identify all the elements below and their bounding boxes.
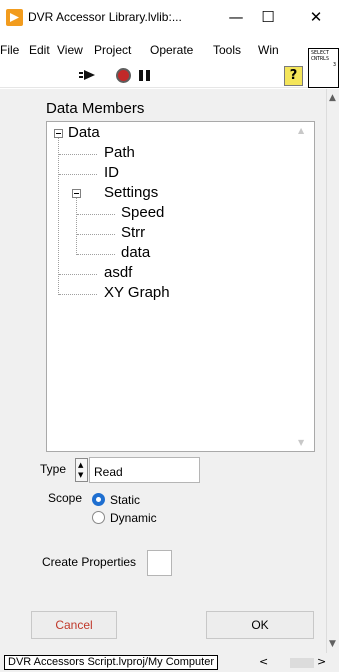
tree-item-speed[interactable]: Speed <box>121 204 164 221</box>
labview-app-icon <box>6 9 23 26</box>
create-properties-label: Create Properties <box>42 555 137 569</box>
tree-guide-line <box>59 294 97 295</box>
collapse-icon[interactable] <box>54 129 63 138</box>
menu-tools[interactable]: Tools <box>213 43 241 57</box>
tree-guide-line <box>77 254 115 255</box>
type-increment-decrement[interactable]: ▲ ▼ <box>75 458 88 482</box>
data-members-tree[interactable] <box>46 121 315 452</box>
tree-guide-line <box>59 174 97 175</box>
tree-item-strr[interactable]: Strr <box>121 224 145 241</box>
collapse-icon[interactable] <box>72 189 81 198</box>
tree-scroll-up-icon[interactable]: ▲ <box>298 126 304 135</box>
cancel-button[interactable]: Cancel <box>31 611 117 639</box>
abort-icon[interactable] <box>116 68 131 83</box>
pause-icon[interactable] <box>139 70 150 81</box>
menu-file[interactable]: File <box>0 43 19 57</box>
tree-item-id[interactable]: ID <box>104 164 119 181</box>
increment-arrow-icon[interactable]: ▲ <box>78 462 83 469</box>
panel-vertical-scrollbar[interactable]: ▲ ▼ <box>326 89 339 653</box>
tree-item-data[interactable]: Data <box>68 124 100 141</box>
scope-dynamic-label: Dynamic <box>110 511 157 525</box>
connector-pane-line: 3 <box>332 62 336 68</box>
scope-dynamic-radio[interactable] <box>92 511 105 524</box>
tree-guide-line <box>59 274 97 275</box>
menu-operate[interactable]: Operate <box>150 43 193 57</box>
project-path-label: DVR Accessors Script.lvproj/My Computer <box>4 655 218 670</box>
data-members-label: Data Members <box>46 100 145 117</box>
ok-button[interactable]: OK <box>206 611 314 639</box>
tree-item-data-child[interactable]: data <box>121 244 150 261</box>
type-value-field[interactable]: Read <box>89 457 200 483</box>
tree-guide-line <box>77 234 115 235</box>
tree-guide-line <box>77 214 115 215</box>
tree-guide-line <box>58 138 59 295</box>
horizontal-scroll-thumb[interactable] <box>290 658 314 668</box>
close-button[interactable]: ✕ <box>296 4 336 30</box>
scope-label: Scope <box>48 491 83 505</box>
context-help-button[interactable]: ? <box>284 66 303 86</box>
connector-pane-icon[interactable]: SELECT CNTRLS 3 <box>308 48 339 88</box>
scroll-up-icon[interactable]: ▲ <box>329 93 336 103</box>
scroll-right-icon[interactable]: > <box>317 655 326 668</box>
decrement-arrow-icon[interactable]: ▼ <box>78 472 83 479</box>
tree-item-path[interactable]: Path <box>104 144 135 161</box>
tree-item-settings[interactable]: Settings <box>104 184 158 201</box>
run-arrow-icon[interactable] <box>78 66 98 84</box>
tree-item-xy-graph[interactable]: XY Graph <box>104 284 170 301</box>
menu-bar: File Edit View Project Operate Tools Win <box>0 34 339 62</box>
menu-edit[interactable]: Edit <box>29 43 50 57</box>
tree-guide-line <box>59 154 97 155</box>
menu-project[interactable]: Project <box>94 43 131 57</box>
scope-static-radio[interactable] <box>92 493 105 506</box>
create-properties-checkbox[interactable] <box>147 550 172 576</box>
tree-scrollbar[interactable]: ▲ ▼ <box>292 122 314 451</box>
window-title: DVR Accessor Library.lvlib:... <box>28 10 182 24</box>
toolbar <box>0 62 308 88</box>
menu-window[interactable]: Win <box>258 43 279 57</box>
tree-scroll-down-icon[interactable]: ▼ <box>298 438 304 447</box>
scroll-left-icon[interactable]: < <box>259 655 268 668</box>
scroll-down-icon[interactable]: ▼ <box>329 639 336 649</box>
maximize-button[interactable]: ☐ <box>248 4 288 30</box>
scope-static-label: Static <box>110 493 141 507</box>
type-label: Type <box>40 462 67 476</box>
tree-guide-line <box>76 198 77 255</box>
menu-view[interactable]: View <box>57 43 83 57</box>
title-bar: DVR Accessor Library.lvlib:... — ☐ ✕ <box>0 0 339 34</box>
status-bar: DVR Accessors Script.lvproj/My Computer … <box>0 653 339 672</box>
tree-item-asdf[interactable]: asdf <box>104 264 132 281</box>
